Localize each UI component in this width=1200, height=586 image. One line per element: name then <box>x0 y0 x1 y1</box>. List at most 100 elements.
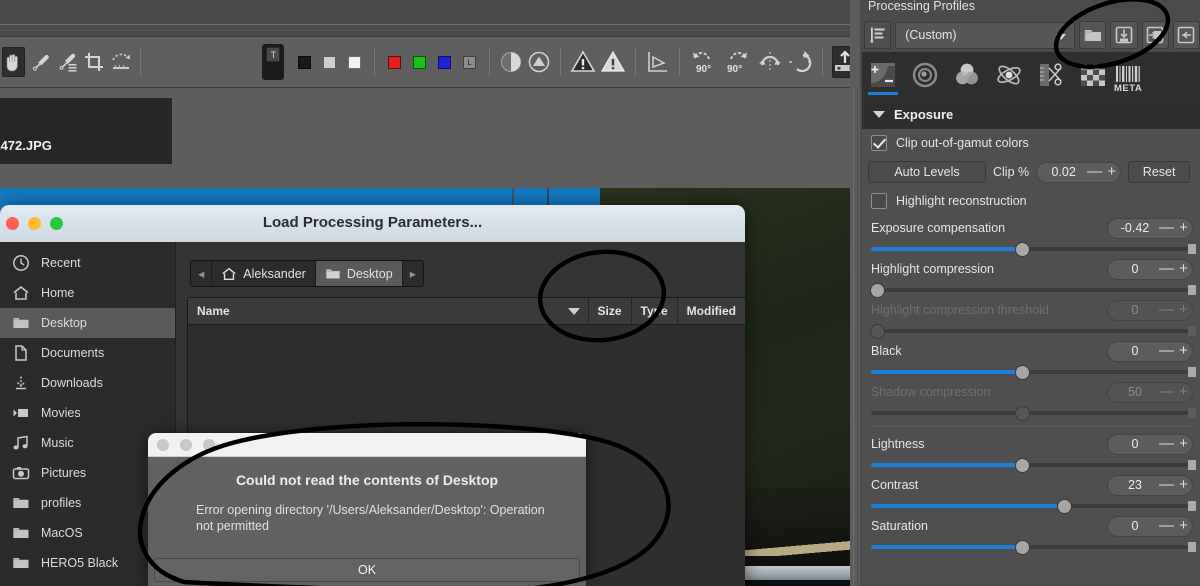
decrement-icon[interactable]: — <box>1158 262 1175 276</box>
sidebar-item-label: Home <box>41 286 74 300</box>
slider-track[interactable] <box>871 283 1193 297</box>
increment-icon[interactable]: + <box>1175 221 1192 235</box>
clip-gamut-row[interactable]: Clip out-of-gamut colors <box>862 129 1200 157</box>
tab-color[interactable] <box>946 54 988 98</box>
decrement-icon[interactable]: — <box>1158 344 1175 358</box>
highlight-reconstruction-checkbox[interactable] <box>871 193 887 209</box>
clipped-highlights-warning[interactable] <box>600 47 626 77</box>
reset-button[interactable]: Reset <box>1128 161 1190 183</box>
tab-metadata[interactable]: META <box>1114 54 1156 98</box>
color-label-1[interactable] <box>323 56 336 69</box>
column-type[interactable]: Type <box>632 298 678 324</box>
minimize-icon[interactable] <box>180 439 192 451</box>
column-name[interactable]: Name <box>188 298 589 324</box>
clip-percent-stepper[interactable]: 0.02 — + <box>1036 162 1121 183</box>
breadcrumb-aleksander[interactable]: Aleksander <box>212 261 316 286</box>
auto-levels-button[interactable]: Auto Levels <box>868 161 986 183</box>
slider-stepper[interactable]: -0.42 — + <box>1107 218 1193 239</box>
decrement-icon[interactable]: — <box>1158 478 1175 492</box>
clip-gamut-checkbox[interactable] <box>871 135 887 151</box>
exposure-section-header[interactable]: Exposure <box>862 100 1200 129</box>
decrement-icon[interactable]: — <box>1086 165 1103 179</box>
breadcrumb-next[interactable]: ▸ <box>403 261 423 286</box>
exposure-panel: Exposure Clip out-of-gamut colors Auto L… <box>862 100 1200 586</box>
decrement-icon[interactable]: — <box>1158 519 1175 533</box>
save-profile-button[interactable] <box>1110 21 1137 49</box>
column-modified[interactable]: Modified <box>678 298 745 324</box>
slider-track[interactable] <box>871 365 1193 379</box>
focus-mask[interactable] <box>644 47 670 77</box>
breadcrumb-prev[interactable]: ◂ <box>191 261 212 286</box>
slider-track[interactable] <box>871 242 1193 256</box>
color-label-0[interactable] <box>298 56 311 69</box>
error-dialog-titlebar[interactable] <box>148 433 586 457</box>
column-type-label: Type <box>641 304 668 318</box>
color-label-blue[interactable] <box>438 56 451 69</box>
slider-label: Highlight compression <box>871 262 1107 276</box>
sidebar-item-recent[interactable]: Recent <box>0 248 175 278</box>
profile-list-button[interactable] <box>864 21 891 49</box>
sidebar-item-documents[interactable]: Documents <box>0 338 175 368</box>
breadcrumb-desktop[interactable]: Desktop <box>316 261 403 286</box>
tab-transform[interactable] <box>1030 54 1072 98</box>
increment-icon[interactable]: + <box>1175 478 1192 492</box>
color-label-2[interactable] <box>348 56 361 69</box>
sidebar-item-home[interactable]: Home <box>0 278 175 308</box>
increment-icon[interactable]: + <box>1175 437 1192 451</box>
slider-stepper[interactable]: 0 — + <box>1107 434 1193 455</box>
panel-split-line-1[interactable] <box>853 88 854 586</box>
load-profile-button[interactable] <box>1079 21 1106 49</box>
straighten-tool[interactable] <box>109 47 132 77</box>
decrement-icon[interactable]: — <box>1158 437 1175 451</box>
color-label-green[interactable] <box>413 56 426 69</box>
rotate-left-90-button[interactable]: 90° <box>689 47 719 77</box>
clipped-shadows-warning[interactable] <box>570 47 596 77</box>
slider-stepper[interactable]: 0 — + <box>1107 341 1193 362</box>
slider-stepper[interactable]: 23 — + <box>1107 475 1193 496</box>
decrement-icon[interactable]: — <box>1158 221 1175 235</box>
increment-icon[interactable]: + <box>1175 262 1192 276</box>
slider-stepper[interactable]: 0 — + <box>1107 516 1193 537</box>
increment-icon[interactable]: + <box>1103 165 1120 179</box>
sidebar-item-downloads[interactable]: Downloads <box>0 368 175 398</box>
tab-raw[interactable] <box>1072 54 1114 98</box>
ok-button[interactable]: OK <box>154 558 580 582</box>
flip-horizontal-button[interactable] <box>787 47 813 77</box>
dialog-titlebar[interactable]: Load Processing Parameters... <box>0 205 745 243</box>
tool-tabs: META <box>862 52 1200 100</box>
before-after-toggle[interactable] <box>499 47 523 77</box>
sidebar-item-label: Music <box>41 436 74 450</box>
chevron-down-icon <box>1056 34 1066 40</box>
crop-tool[interactable] <box>83 47 106 77</box>
rotate-right-90-button[interactable]: 90° <box>723 47 753 77</box>
error-heading: Could not read the contents of Desktop <box>148 472 586 488</box>
slider-track[interactable] <box>871 499 1193 513</box>
highlight-reconstruction-row[interactable]: Highlight reconstruction <box>862 187 1200 215</box>
hand-tool[interactable] <box>2 47 25 77</box>
color-label-red[interactable] <box>388 56 401 69</box>
slider-highlight-compression-threshold: Highlight compression threshold 0 — + <box>862 297 1200 338</box>
flip-vertical-button[interactable] <box>757 47 783 77</box>
tab-exposure[interactable] <box>862 54 904 98</box>
tab-detail[interactable] <box>904 54 946 98</box>
maximize-icon[interactable] <box>203 439 215 451</box>
color-label-none[interactable]: L <box>463 56 476 69</box>
preview-mode[interactable] <box>527 47 551 77</box>
paste-profile-button[interactable] <box>1173 21 1200 49</box>
profile-select[interactable]: (Custom) <box>895 22 1075 49</box>
copy-profile-button[interactable] <box>1142 21 1169 49</box>
sidebar-item-desktop[interactable]: Desktop <box>0 308 175 338</box>
slider-track[interactable] <box>871 540 1193 554</box>
column-size[interactable]: Size <box>589 298 632 324</box>
slider-track[interactable] <box>871 458 1193 472</box>
sidebar-item-movies[interactable]: Movies <box>0 398 175 428</box>
slider-saturation: Saturation 0 — + <box>862 513 1200 554</box>
close-icon[interactable] <box>157 439 169 451</box>
increment-icon[interactable]: + <box>1175 519 1192 533</box>
rank-button[interactable]: T <box>262 44 284 80</box>
white-balance-picker[interactable] <box>29 47 52 77</box>
increment-icon[interactable]: + <box>1175 344 1192 358</box>
color-picker[interactable] <box>56 47 79 77</box>
slider-stepper[interactable]: 0 — + <box>1107 259 1193 280</box>
tab-advanced[interactable] <box>988 54 1030 98</box>
